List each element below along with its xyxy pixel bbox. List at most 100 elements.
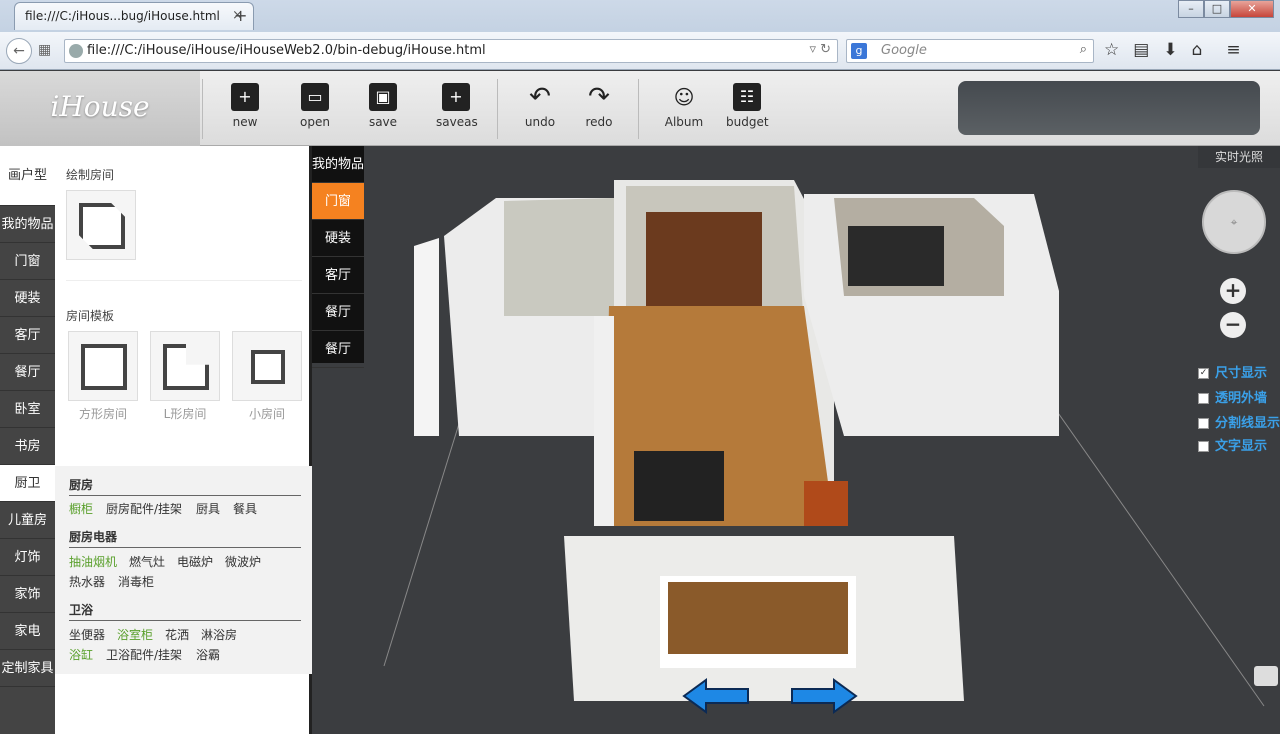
new-tab-icon[interactable]: + [234,6,247,25]
bath-item[interactable]: 卫浴配件/挂架 [106,646,182,663]
window-right [848,226,944,286]
download-icon[interactable]: ⬇ [1163,40,1177,60]
home-icon[interactable]: ⌂ [1192,40,1203,60]
kitchen-item[interactable]: 厨房配件/挂架 [106,500,182,517]
sidebar-item[interactable]: 卧室 [0,391,55,428]
sidebar-item[interactable]: 餐厅 [0,354,55,391]
checkbox-icon[interactable] [1198,418,1209,429]
close-window-icon[interactable]: ✕ [1230,0,1274,18]
undo-icon: ↶ [529,82,551,112]
my-items-tab[interactable]: 客厅 [312,257,364,294]
bath-item[interactable]: 淋浴房 [201,626,237,643]
new-button[interactable]: + new [228,83,262,129]
template-l-room[interactable] [150,331,220,401]
open-button[interactable]: ▭ open [297,83,333,129]
rotate-right-icon[interactable] [788,678,858,714]
magnifier-icon[interactable]: ⌕ [1080,42,1087,57]
kitchen-item[interactable]: 厨具 [196,500,220,517]
zoom-in-icon[interactable]: + [1220,278,1246,304]
kitchen-item[interactable]: 橱柜 [69,500,93,517]
option-split-lines[interactable]: 分割线显示 [1198,412,1280,431]
bath-item[interactable]: 浴霸 [196,646,220,663]
back-icon[interactable]: ← [6,38,32,64]
bath-item[interactable]: 浴缸 [69,646,93,663]
option-label: 文字显示 [1215,439,1268,454]
left-window-frame [414,238,439,436]
checkbox-icon[interactable] [1198,393,1209,404]
draw-room-tool[interactable] [66,190,136,260]
browser-icons: ☆ ▤ ⬇ ⌂ ≡ [1104,40,1241,60]
view-navigation-compass[interactable]: ⌖ [1202,190,1266,254]
template-caption: L形房间 [163,407,207,421]
my-items-tab-selected[interactable]: 门窗 [312,183,364,220]
appliance-item[interactable]: 消毒柜 [118,573,154,590]
bookmarks-icon[interactable]: ▤ [1133,40,1149,60]
template-caption: 小房间 [248,407,285,421]
catalog-panel: 绘制房间 房间模板 方形房间 L形房间 小房间 厨房 橱柜 厨房配件/挂架 厨具… [55,146,312,734]
sidebar-item[interactable]: 书房 [0,428,55,465]
my-items-tab[interactable]: 餐厅 [312,294,364,331]
checkbox-icon[interactable] [1198,441,1209,452]
camera-icon[interactable] [1254,666,1278,686]
option-transparent-walls[interactable]: 透明外墙 [1198,387,1267,406]
redo-button[interactable]: ↷ redo [583,83,615,129]
sidebar-item[interactable]: 门窗 [0,243,55,280]
budget-button[interactable]: ☷ budget [726,83,769,129]
url-bar[interactable]: file:///C:/iHouse/iHouse/iHouseWeb2.0/bi… [64,39,838,63]
sidebar-item[interactable]: 灯饰 [0,539,55,576]
sidebar-item[interactable]: 画户型 [0,146,55,206]
appliance-header: 厨房电器 [69,528,301,548]
appliance-item[interactable]: 热水器 [69,573,105,590]
appliance-item[interactable]: 抽油烟机 [69,553,117,570]
appliance-item[interactable]: 微波炉 [225,553,261,570]
template-caption: 方形房间 [78,407,127,421]
bath-item[interactable]: 浴室柜 [117,626,153,643]
my-items-tab[interactable]: 餐厅 [312,331,364,368]
realtime-light-toggle[interactable]: 实时光照 [1198,146,1280,168]
3d-viewport[interactable]: 实时光照 ⌖ + − ✓ 尺寸显示 透明外墙 分割线显示 文字显示 [364,146,1280,734]
saveas-button[interactable]: + saveas [436,83,478,129]
option-text-display[interactable]: 文字显示 [1198,435,1267,454]
checkbox-checked-icon[interactable]: ✓ [1198,368,1209,379]
option-label: 透明外墙 [1215,391,1268,406]
rotate-left-icon[interactable] [682,678,752,714]
bath-item[interactable]: 坐便器 [69,626,105,643]
sidebar-item[interactable]: 家电 [0,613,55,650]
sidebar-item[interactable]: 硬装 [0,280,55,317]
saveas-icon: + [442,83,470,111]
kitchen-item[interactable]: 餐具 [233,500,257,517]
sidebar-item[interactable]: 家饰 [0,576,55,613]
appliance-item[interactable]: 电磁炉 [177,553,213,570]
sidebar-item-selected[interactable]: 厨卫 [0,465,55,502]
search-input[interactable]: g Google ⌕ [846,39,1094,63]
my-items-tab[interactable]: 我的物品 [312,146,364,183]
save-button[interactable]: ▣ save [367,83,399,129]
navigation-bar: ← ▦ file:///C:/iHouse/iHouse/iHouseWeb2.… [0,32,1280,70]
option-dimensions[interactable]: ✓ 尺寸显示 [1198,362,1267,381]
maximize-icon[interactable]: □ [1204,0,1230,18]
browser-tab[interactable]: file:///C:/iHous...bug/iHouse.html × [14,2,254,30]
tab-title: file:///C:/iHous...bug/iHouse.html [25,9,220,23]
reload-icon[interactable]: ▿ ↻ [809,42,831,57]
album-button[interactable]: ☺ Album [664,83,704,129]
globe-icon [69,44,83,58]
sidebar-item[interactable]: 儿童房 [0,502,55,539]
partition-wall [594,316,614,526]
room-render [383,180,1265,707]
template-square-room[interactable] [68,331,138,401]
toolbar-divider [202,79,203,139]
star-icon[interactable]: ☆ [1104,40,1119,60]
sidebar-item[interactable]: 定制家具 [0,650,55,687]
zoom-out-icon[interactable]: − [1220,312,1246,338]
google-icon: g [851,43,867,59]
undo-button[interactable]: ↶ undo [522,83,558,129]
my-items-tab[interactable]: 硬装 [312,220,364,257]
bath-item[interactable]: 花洒 [165,626,189,643]
room-templates-heading: 房间模板 [66,309,115,323]
sidebar-item[interactable]: 客厅 [0,317,55,354]
template-small-room[interactable] [232,331,302,401]
menu-icon[interactable]: ≡ [1226,40,1240,60]
sidebar-item[interactable]: 我的物品 [0,206,55,243]
appliance-item[interactable]: 燃气灶 [129,553,165,570]
minimize-icon[interactable]: – [1178,0,1204,18]
